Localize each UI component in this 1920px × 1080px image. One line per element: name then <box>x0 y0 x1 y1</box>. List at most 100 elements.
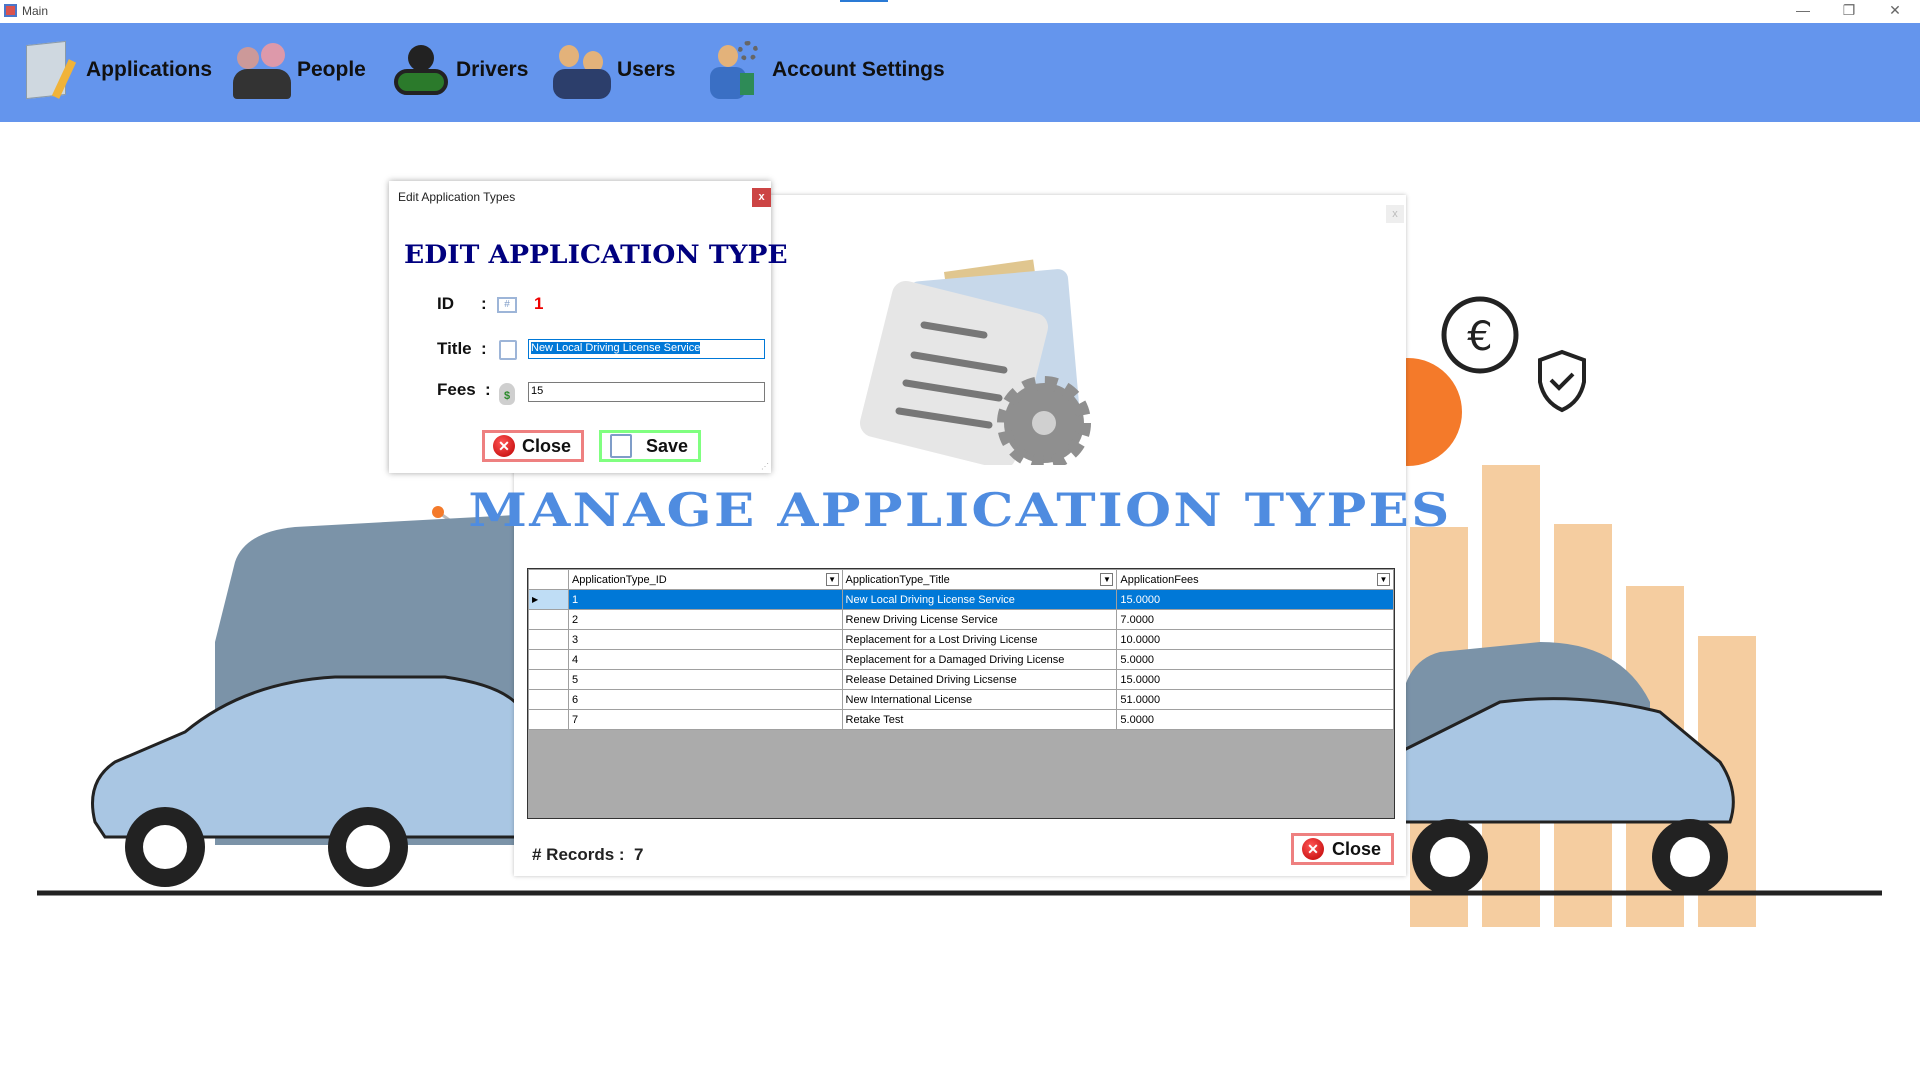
title-input[interactable]: New Local Driving License Service <box>528 339 765 359</box>
resize-grip[interactable]: ⋰ <box>761 462 769 471</box>
id-value: 1 <box>534 294 544 313</box>
row-header[interactable] <box>528 649 569 670</box>
column-header-fees[interactable]: ApplicationFees ▼ <box>1116 569 1394 590</box>
table-cell[interactable]: Release Detained Driving Licsense <box>841 669 1118 690</box>
records-count: # Records : 7 <box>532 845 644 865</box>
table-cell[interactable]: 5.0000 <box>1116 709 1394 730</box>
account-settings-icon <box>708 39 766 101</box>
manage-close-button[interactable]: ✕ Close <box>1291 833 1394 865</box>
table-row[interactable]: 6 New International License 51.0000 <box>528 689 1394 710</box>
title-icon <box>499 340 517 360</box>
table-cell[interactable]: Replacement for a Lost Driving License <box>841 629 1118 650</box>
table-cell[interactable]: 5.0000 <box>1116 649 1394 670</box>
column-header-label: ApplicationType_Title <box>845 573 950 586</box>
nav-people-label: People <box>297 58 366 81</box>
table-cell[interactable]: 7 <box>567 709 843 730</box>
fees-input[interactable]: 15 <box>528 382 765 402</box>
manage-window-close-x[interactable]: x <box>1386 205 1404 223</box>
nav-account-settings-label: Account Settings <box>772 58 945 81</box>
hash-icon: # <box>497 297 517 313</box>
close-label: Close <box>521 435 571 456</box>
filter-dropdown-icon[interactable]: ▼ <box>1377 573 1390 586</box>
fees-label: Fees <box>437 380 476 399</box>
column-header-id[interactable]: ApplicationType_ID ▼ <box>567 569 843 590</box>
table-row[interactable]: 5 Release Detained Driving Licsense 15.000… <box>528 669 1394 690</box>
window-titlebar: Main — ❐ ✕ <box>0 0 1920 23</box>
table-cell[interactable]: 5 <box>567 669 843 690</box>
table-cell[interactable]: 15.0000 <box>1116 669 1394 690</box>
nav-users[interactable]: Users <box>553 35 675 105</box>
nav-users-label: Users <box>617 58 676 81</box>
table-cell[interactable]: New International License <box>841 689 1118 710</box>
table-cell[interactable]: 2 <box>567 609 843 630</box>
records-label: # Records : <box>532 845 625 864</box>
title-label: Title <box>437 339 472 358</box>
records-value: 7 <box>634 845 644 864</box>
applications-icon <box>22 39 80 101</box>
window-title: Main <box>22 4 49 18</box>
grid-table: ApplicationType_ID ▼ ApplicationType_Titl… <box>528 569 1394 730</box>
people-icon <box>233 39 291 101</box>
table-cell[interactable]: Replacement for a Damaged Driving Licens… <box>841 649 1118 670</box>
table-row[interactable]: 2 Renew Driving License Service 7.0000 <box>528 609 1394 630</box>
row-header[interactable] <box>528 689 569 710</box>
shield-check-icon <box>1538 349 1586 413</box>
row-header[interactable] <box>528 669 569 690</box>
row-header-corner <box>528 569 569 590</box>
table-row[interactable]: 4 Replacement for a Damaged Driving Licen… <box>528 649 1394 670</box>
restore-button[interactable]: ❐ <box>1834 2 1864 19</box>
close-icon: ✕ <box>493 435 515 457</box>
nav-account-settings[interactable]: Account Settings <box>708 35 945 105</box>
edit-application-type-dialog: Edit Application Types x EDIT APPLICATIO… <box>389 181 788 473</box>
manage-page-title: MANAGE APPLICATION TYPES <box>468 483 1452 537</box>
table-cell[interactable]: 6 <box>567 689 843 710</box>
nav-drivers[interactable]: Drivers <box>392 35 528 105</box>
table-cell[interactable]: 3 <box>567 629 843 650</box>
column-header-title[interactable]: ApplicationType_Title ▼ <box>841 569 1118 590</box>
nav-drivers-label: Drivers <box>456 58 529 81</box>
row-header[interactable] <box>528 629 569 650</box>
focus-indicator <box>840 0 888 2</box>
minimize-button[interactable]: — <box>1788 2 1818 18</box>
dialog-title: EDIT APPLICATION TYPE <box>404 240 788 269</box>
table-cell[interactable]: New Local Driving License Service <box>841 589 1118 610</box>
table-row[interactable]: ▶ 1 New Local Driving License Service 15.00… <box>528 589 1394 610</box>
table-cell[interactable]: 4 <box>567 649 843 670</box>
application-types-grid[interactable]: ApplicationType_ID ▼ ApplicationType_Titl… <box>527 568 1395 819</box>
column-header-label: ApplicationType_ID <box>571 573 667 586</box>
column-header-label: ApplicationFees <box>1120 573 1199 586</box>
dialog-save-button[interactable]: Save <box>599 430 701 462</box>
filter-dropdown-icon[interactable]: ▼ <box>1100 573 1114 586</box>
row-header[interactable]: ▶ <box>528 589 569 610</box>
table-cell[interactable]: Retake Test <box>841 709 1118 730</box>
nav-applications[interactable]: Applications <box>22 35 212 105</box>
table-cell[interactable]: Renew Driving License Service <box>841 609 1118 630</box>
row-header[interactable] <box>528 609 569 630</box>
table-cell[interactable]: 7.0000 <box>1116 609 1394 630</box>
row-header[interactable] <box>528 709 569 730</box>
window-close-button[interactable]: ✕ <box>1880 2 1910 19</box>
money-bag-icon: $ <box>499 383 515 405</box>
close-icon: ✕ <box>1302 838 1324 860</box>
id-colon: : <box>481 294 487 313</box>
drivers-icon <box>392 39 450 101</box>
dialog-close-x[interactable]: x <box>752 188 771 207</box>
nav-applications-label: Applications <box>86 58 213 81</box>
close-label: Close <box>1331 838 1381 859</box>
dialog-caption: Edit Application Types <box>398 190 516 204</box>
dialog-close-button[interactable]: ✕ Close <box>482 430 584 462</box>
id-label: ID <box>437 294 454 313</box>
svg-text:€: € <box>1467 314 1492 360</box>
table-cell[interactable]: 10.0000 <box>1116 629 1394 650</box>
table-cell[interactable]: 51.0000 <box>1116 689 1394 710</box>
app-icon <box>4 4 17 17</box>
table-cell[interactable]: 15.0000 <box>1116 589 1394 610</box>
table-row[interactable]: 3 Replacement for a Lost Driving License 1… <box>528 629 1394 650</box>
save-label: Save <box>645 435 688 456</box>
application-settings-icon <box>859 259 1091 465</box>
filter-dropdown-icon[interactable]: ▼ <box>825 573 839 586</box>
table-cell[interactable]: 1 <box>567 589 843 610</box>
nav-people[interactable]: People <box>233 35 366 105</box>
main-menu-bar: Applications People Drivers Users Accoun… <box>0 23 1920 122</box>
table-row[interactable]: 7 Retake Test 5.0000 <box>528 709 1394 730</box>
